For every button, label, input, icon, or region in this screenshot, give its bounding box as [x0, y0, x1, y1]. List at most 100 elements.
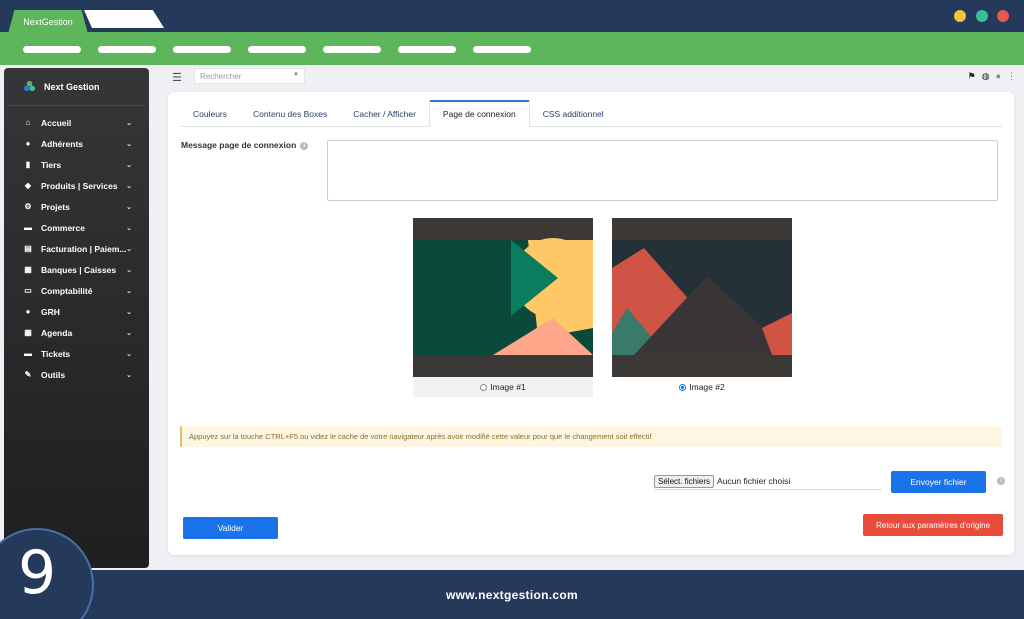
- toolbar-placeholder-pill: [173, 46, 231, 53]
- window-minimize-dot[interactable]: [954, 10, 966, 22]
- settings-card: Couleurs Contenu des Boxes Cacher / Affich…: [168, 92, 1014, 555]
- sidebar-item-5[interactable]: ▬ Commerce ⌄: [4, 217, 149, 238]
- footer-url: www.nextgestion.com: [446, 588, 578, 602]
- choose-file-button[interactable]: Sélect. fichiers: [654, 474, 715, 488]
- chevron-down-icon: ⌄: [126, 350, 132, 358]
- toolbar-placeholder-pill: [323, 46, 381, 53]
- home-icon: ⌂: [25, 118, 31, 127]
- background-option-1[interactable]: Image #1: [413, 218, 593, 397]
- briefcase-icon: ▬: [24, 223, 32, 232]
- search-select[interactable]: Rechercher ▼: [194, 68, 305, 84]
- flag-icon[interactable]: ⚑: [968, 71, 976, 82]
- brand-logo-icon: [23, 80, 36, 92]
- info-icon[interactable]: i: [300, 141, 309, 150]
- sidebar-item-label: Projets: [41, 201, 70, 212]
- sidebar-item-label: Tickets: [41, 348, 71, 359]
- submit-button[interactable]: Valider: [183, 517, 278, 539]
- hamburger-menu-icon[interactable]: ☰: [172, 71, 182, 84]
- window-maximize-dot[interactable]: [976, 10, 988, 22]
- sidebar-item-label: Accueil: [41, 117, 72, 128]
- chevron-down-icon: ⌄: [126, 182, 132, 190]
- file-status: Aucun fichier choisi: [717, 476, 791, 486]
- kebab-menu-icon[interactable]: ⋮: [1007, 71, 1016, 82]
- chevron-down-icon: ⌄: [126, 329, 132, 337]
- sidebar-item-7[interactable]: ▦ Banques | Caisses ⌄: [4, 259, 149, 280]
- bank-icon: ▦: [24, 265, 32, 274]
- sidebar-item-0[interactable]: ⌂ Accueil ⌄: [4, 112, 149, 133]
- chevron-down-icon: ⌄: [126, 266, 132, 274]
- tab-2[interactable]: Cacher / Afficher: [340, 100, 429, 127]
- chevron-down-icon: ⌄: [126, 161, 132, 169]
- user-tie-icon: ●: [25, 307, 31, 316]
- tab-0[interactable]: Couleurs: [180, 100, 240, 127]
- chevron-down-icon: ⌄: [126, 371, 132, 379]
- background-thumbnail-2[interactable]: [612, 218, 792, 377]
- login-message-textarea[interactable]: [327, 140, 998, 201]
- image-1-label: Image #1: [490, 382, 526, 392]
- sidebar-item-label: Commerce: [41, 222, 85, 233]
- sidebar-item-3[interactable]: ◆ Produits | Services ⌄: [4, 175, 149, 196]
- sidebar-item-label: GRH: [41, 306, 60, 317]
- reset-defaults-button[interactable]: Retour aux paramètres d'origine: [863, 514, 1003, 536]
- toolbar-placeholder-pill: [98, 46, 156, 53]
- toolbar-placeholder-pill: [248, 46, 306, 53]
- sidebar-item-label: Comptabilité: [41, 285, 93, 296]
- background-option-2[interactable]: Image #2: [612, 218, 792, 397]
- background-radio-2[interactable]: [679, 383, 687, 391]
- sidebar-item-label: Outils: [41, 369, 66, 380]
- background-radio-1[interactable]: [480, 383, 488, 391]
- sidebar-item-label: Produits | Services: [41, 180, 118, 191]
- building-icon: ▮: [25, 160, 31, 169]
- chevron-down-icon: ▼: [293, 72, 299, 78]
- background-option-1-label[interactable]: Image #1: [413, 377, 593, 397]
- window-close-dot[interactable]: [997, 10, 1009, 22]
- sidebar-item-6[interactable]: ▤ Facturation | Paiem... ⌄: [4, 238, 149, 259]
- search-placeholder: Rechercher: [200, 72, 242, 81]
- globe-icon[interactable]: ◍: [982, 71, 990, 82]
- chevron-down-icon: ⌄: [126, 245, 132, 253]
- background-option-2-label[interactable]: Image #2: [612, 377, 792, 397]
- message-label-text: Message page de connexion: [181, 140, 297, 150]
- chevron-down-icon: ⌄: [126, 287, 132, 295]
- image-2-label: Image #2: [689, 382, 725, 392]
- top-icons: ⚑ ◍ ● ⋮: [968, 71, 1016, 82]
- project-icon: ⚙: [24, 202, 32, 211]
- ticket-icon: ▬: [24, 349, 32, 358]
- tab-1[interactable]: Contenu des Boxes: [240, 100, 340, 127]
- tab-3[interactable]: Page de connexion: [428, 100, 530, 127]
- sidebar-item-4[interactable]: ⚙ Projets ⌄: [4, 196, 149, 217]
- tab-4[interactable]: CSS additionnel: [530, 100, 617, 127]
- sidebar-item-8[interactable]: ▭ Comptabilité ⌄: [4, 280, 149, 301]
- sidebar-item-9[interactable]: ● GRH ⌄: [4, 301, 149, 322]
- settings-tabs: Couleurs Contenu des Boxes Cacher / Affich…: [180, 100, 1002, 127]
- cube-icon: ◆: [24, 181, 32, 190]
- toolbar-placeholder-pill: [473, 46, 531, 53]
- top-bar: ☰ Rechercher ▼ ⚑ ◍ ● ⋮: [150, 65, 1024, 87]
- sidebar-item-11[interactable]: ▬ Tickets ⌄: [4, 343, 149, 364]
- info-icon[interactable]: i: [997, 477, 1005, 485]
- upload-file-button[interactable]: Envoyer fichier: [891, 471, 986, 493]
- background-thumbnail-1[interactable]: [413, 218, 593, 377]
- sidebar-item-10[interactable]: ▦ Agenda ⌄: [4, 322, 149, 343]
- sidebar-item-12[interactable]: ✎ Outils ⌄: [4, 364, 149, 385]
- chevron-down-icon: ⌄: [126, 224, 132, 232]
- chevron-down-icon: ⌄: [126, 140, 132, 148]
- toolbar-placeholder-pill: [23, 46, 81, 53]
- sidebar-item-2[interactable]: ▮ Tiers ⌄: [4, 154, 149, 175]
- chevron-down-icon: ⌄: [126, 119, 132, 127]
- browser-tab-blank[interactable]: [84, 10, 164, 28]
- sidebar-item-label: Agenda: [41, 327, 73, 338]
- chevron-down-icon: ⌄: [126, 203, 132, 211]
- accounting-icon: ▭: [24, 286, 32, 295]
- sidebar-item-label: Banques | Caisses: [41, 264, 117, 275]
- brand[interactable]: Next Gestion: [8, 68, 145, 106]
- user-icon[interactable]: ●: [996, 71, 1001, 82]
- sidebar-item-1[interactable]: ● Adhérents ⌄: [4, 133, 149, 154]
- invoice-icon: ▤: [24, 244, 32, 253]
- sidebar: Next Gestion ⌂ Accueil ⌄ ● Adhérents ⌄ ▮ Tiers ⌄…: [4, 68, 149, 568]
- sidebar-item-label: Facturation | Paiem...: [41, 243, 127, 254]
- chevron-down-icon: ⌄: [126, 308, 132, 316]
- browser-tab-nextgestion[interactable]: NextGestion: [8, 10, 88, 34]
- sidebar-item-label: Adhérents: [41, 138, 84, 149]
- file-input[interactable]: Sélect. fichiers Aucun fichier choisi: [654, 473, 882, 490]
